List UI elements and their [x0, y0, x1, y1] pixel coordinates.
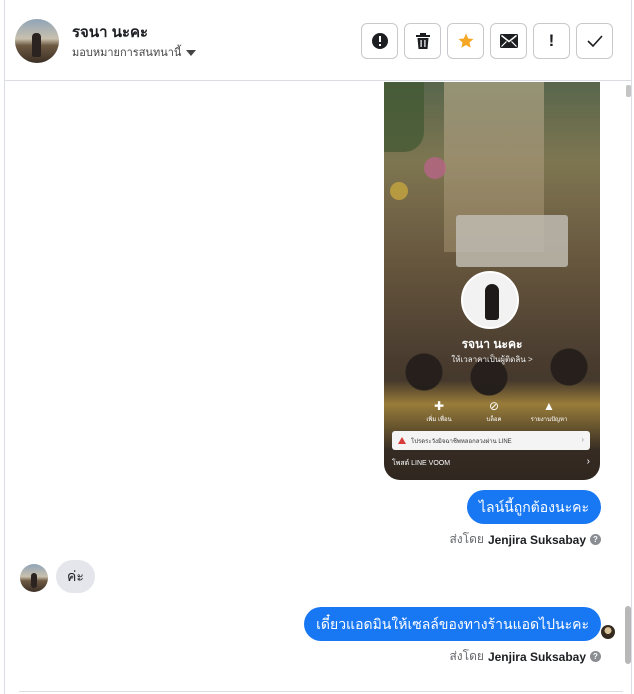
message-list[interactable]: รจนา นะคะ ให้เวลาคาเป็นผู้ติดลิน > ✚ เพิ…	[5, 82, 631, 694]
contact-avatar[interactable]	[15, 19, 59, 63]
shared-profile-status: ให้เวลาคาเป็นผู้ติดลิน >	[451, 355, 533, 364]
outgoing-message-bubble[interactable]: เดี๋ยวแอดมินให้เซลล์ของทางร้านแอดไปนะคะ	[304, 607, 601, 641]
conversation-panel: รจนา นะคะ มอบหมายการสนทนานี้ ! รจนา นะคะ…	[4, 0, 632, 694]
contact-name[interactable]: รจนา นะคะ	[72, 20, 148, 44]
shared-image-message[interactable]: รจนา นะคะ ให้เวลาคาเป็นผู้ติดลิน > ✚ เพิ…	[384, 82, 600, 480]
help-icon[interactable]: ?	[590, 651, 601, 662]
composer-divider	[19, 691, 623, 692]
shared-action-add-friend: ✚ เพิ่ม เพื่อน	[414, 398, 464, 424]
scrollbar-arrow-up[interactable]	[626, 85, 631, 97]
mark-unread-button[interactable]	[490, 23, 527, 59]
shared-footer-label: โพสต์ LINE VOOM	[392, 460, 451, 467]
star-button[interactable]	[447, 23, 484, 59]
shared-action-report: ▲ รายงานปัญหา	[524, 398, 574, 424]
shared-alert-banner: โปรดระวังมิจฉาชีพหลอกลวงผ่าน LINE ›	[392, 431, 590, 450]
warning-icon	[398, 437, 406, 444]
sender-name[interactable]: Jenjira Suksabay	[488, 533, 586, 547]
shared-profile-actions: ✚ เพิ่ม เพื่อน ⊘ บล็อค ▲ รายงานปัญหา	[414, 398, 574, 424]
message-text: ค่ะ	[67, 568, 84, 584]
caret-down-icon	[186, 49, 197, 56]
done-button[interactable]	[576, 23, 613, 59]
exclamation-icon: !	[548, 31, 555, 50]
report-button[interactable]	[361, 23, 398, 59]
conversation-header: รจนา นะคะ มอบหมายการสนทนานี้ !	[5, 0, 631, 81]
sender-name[interactable]: Jenjira Suksabay	[488, 650, 586, 664]
assign-conversation-label: มอบหมายการสนทนานี้	[72, 47, 182, 59]
shared-profile-name: รจนา นะคะ	[461, 337, 523, 351]
help-icon[interactable]: ?	[590, 534, 601, 545]
check-icon	[586, 35, 603, 47]
bell-icon: ▲	[543, 399, 555, 413]
delete-button[interactable]	[404, 23, 441, 59]
chevron-right-icon: ›	[586, 456, 590, 467]
star-icon	[458, 33, 473, 48]
outgoing-message-bubble[interactable]: ไลน์นี้ถูกต้องนะคะ	[466, 490, 601, 524]
seen-indicator-avatar	[601, 625, 615, 639]
spam-button[interactable]: !	[533, 23, 570, 59]
message-text: เดี๋ยวแอดมินให้เซลล์ของทางร้านแอดไปนะคะ	[316, 616, 589, 632]
incoming-message-bubble[interactable]: ค่ะ	[56, 560, 95, 593]
trash-icon	[415, 33, 430, 49]
shared-action-block: ⊘ บล็อค	[469, 398, 519, 424]
assign-conversation-dropdown[interactable]: มอบหมายการสนทนานี้	[72, 43, 197, 61]
sent-by-info: ส่งโดย Jenjira Suksabay ?	[449, 530, 601, 549]
alert-circle-icon	[371, 33, 388, 49]
sent-by-info: ส่งโดย Jenjira Suksabay ?	[449, 647, 601, 666]
message-text: ไลน์นี้ถูกต้องนะคะ	[478, 499, 589, 515]
add-friend-icon: ✚	[433, 399, 445, 413]
shared-profile-picture	[461, 271, 519, 329]
envelope-icon	[499, 34, 518, 48]
contact-avatar-small[interactable]	[20, 564, 48, 592]
conversation-actions: !	[361, 23, 613, 59]
chevron-right-icon: ›	[581, 435, 584, 444]
block-icon: ⊘	[488, 399, 500, 413]
scrollbar-thumb[interactable]	[625, 606, 631, 664]
